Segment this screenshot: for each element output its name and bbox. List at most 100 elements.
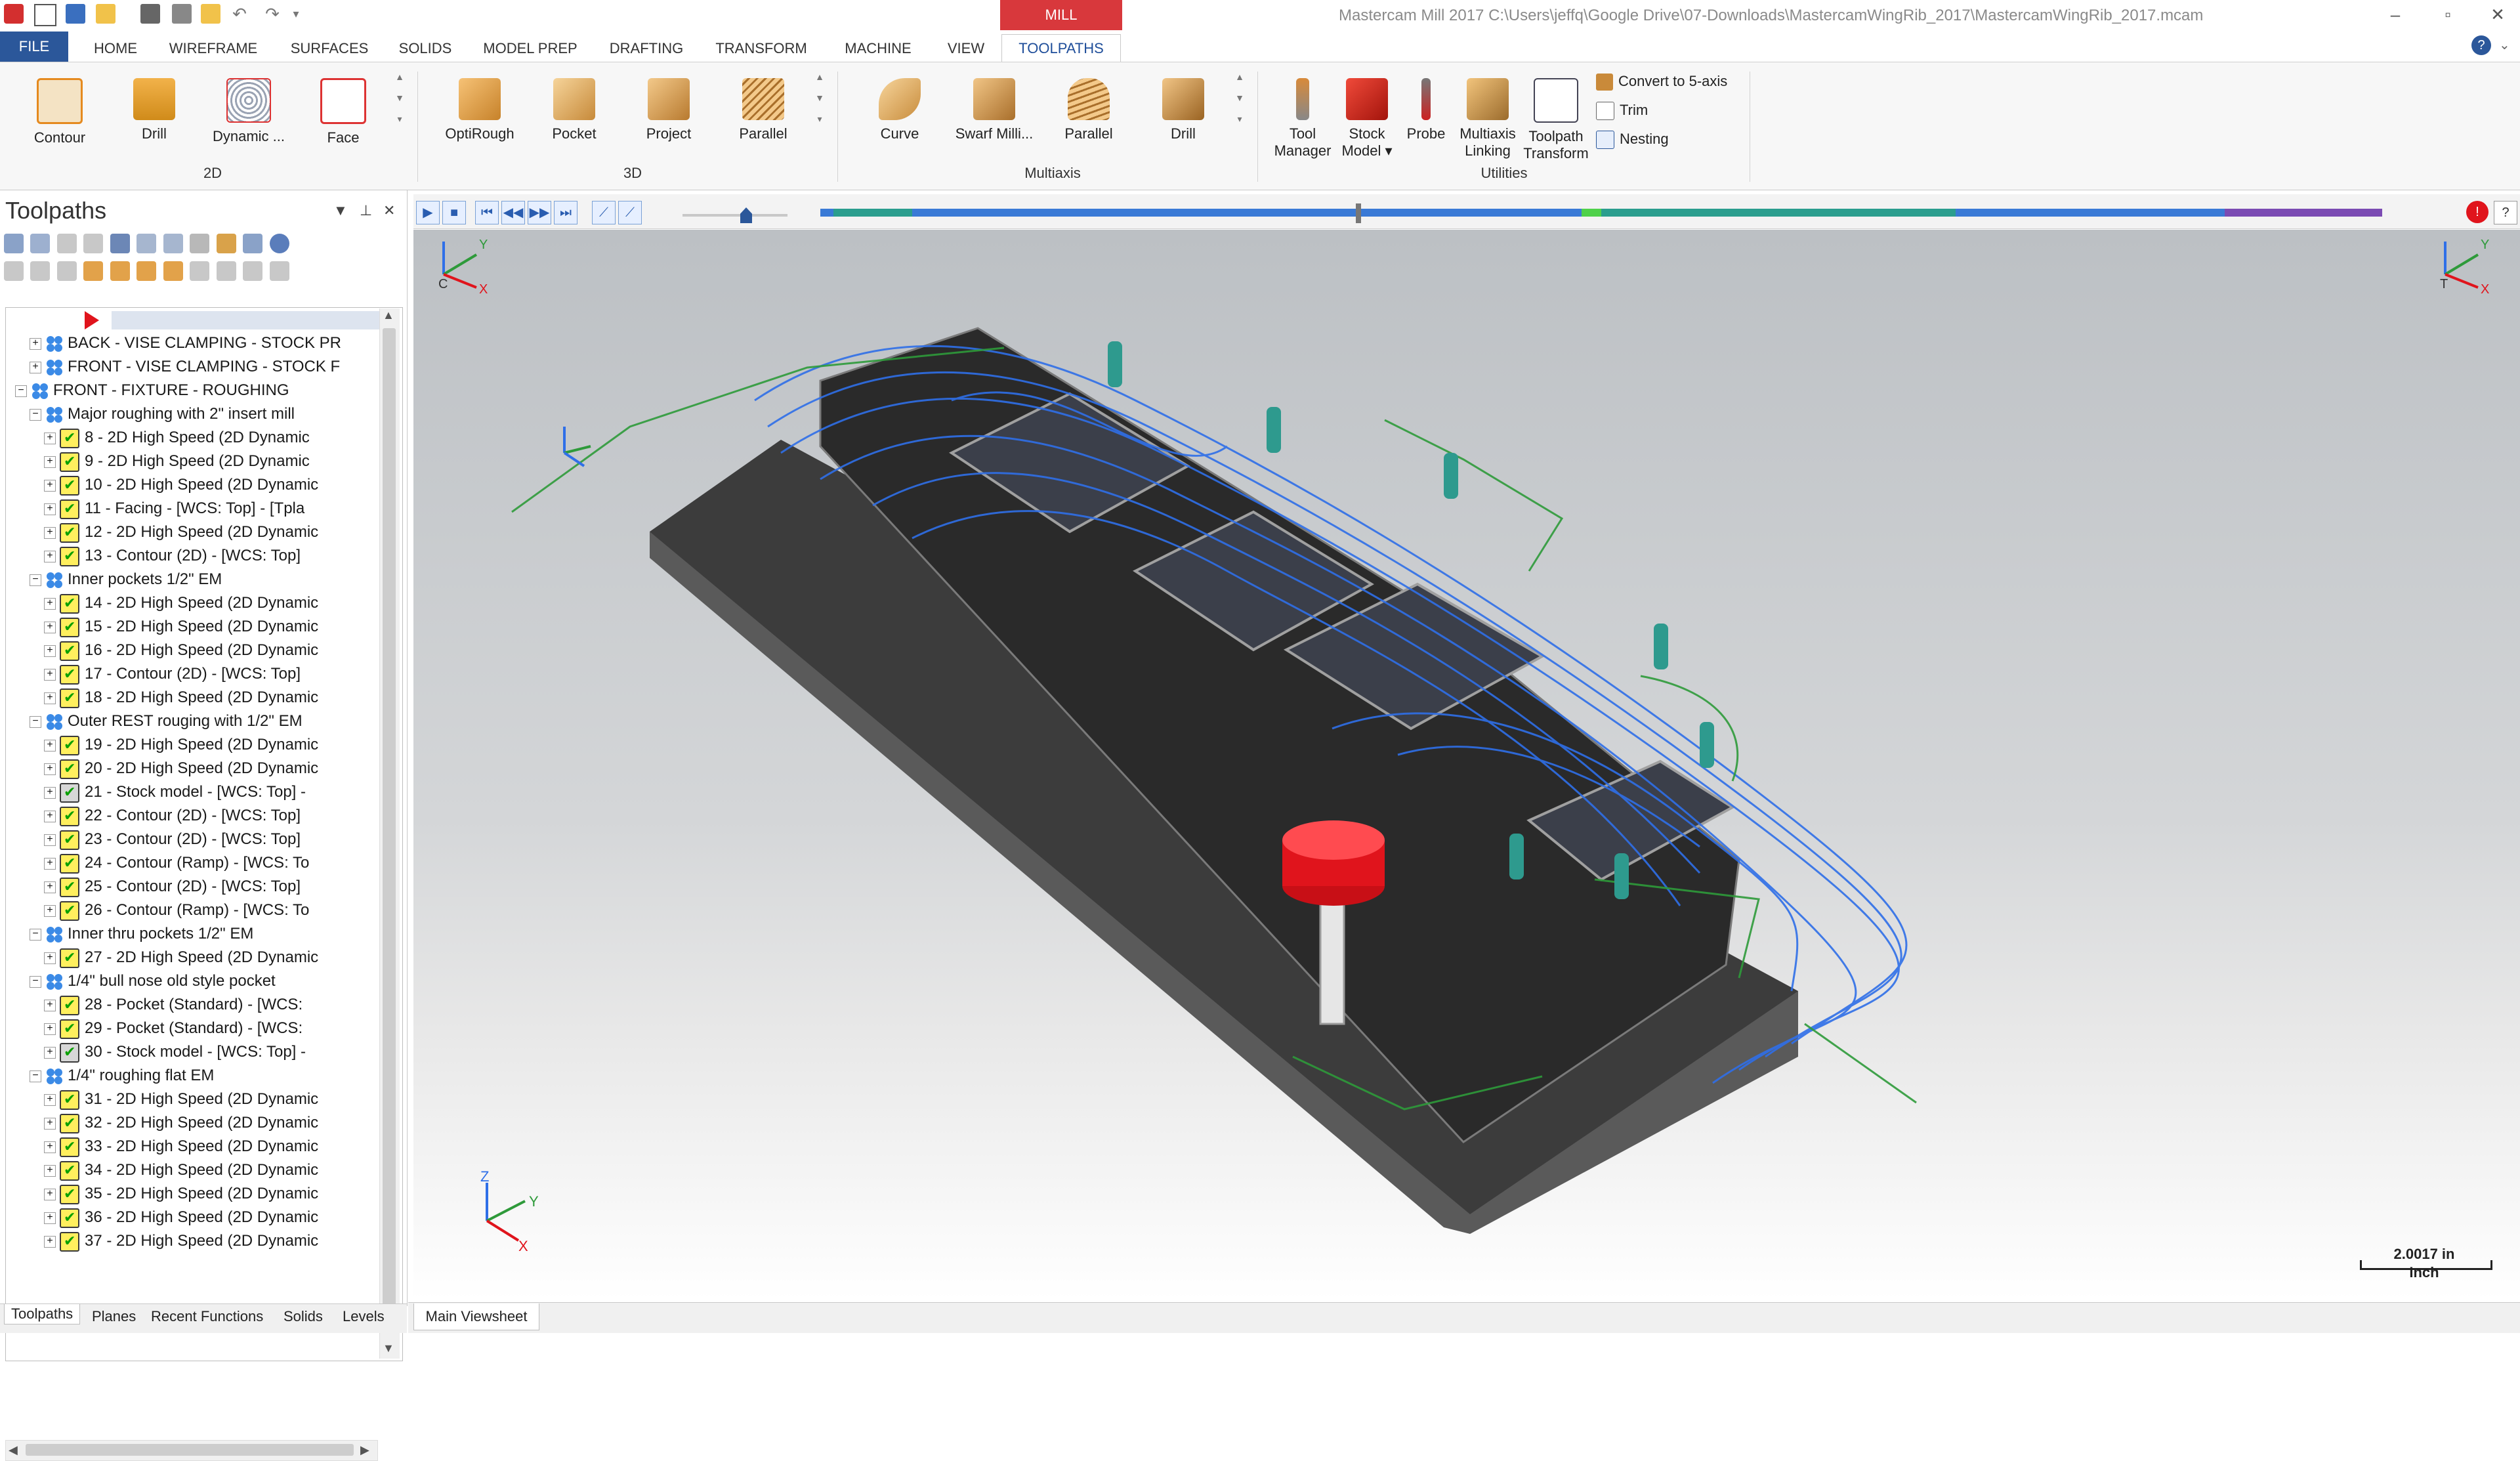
expand-toggle-icon[interactable]: + <box>44 503 56 515</box>
panel-close-icon[interactable]: ✕ <box>383 202 395 219</box>
tree-group-row[interactable]: − Major roughing with 2" insert mill <box>30 402 295 426</box>
dynamic-button[interactable]: Dynamic ... <box>206 72 291 161</box>
undo-icon[interactable]: ↶ <box>230 4 249 24</box>
trace-icon[interactable]: ⟋ <box>618 201 642 224</box>
gallery-3d-scroll[interactable]: ▲ ▼ ▾ <box>812 72 827 157</box>
verify-icon[interactable] <box>136 234 157 253</box>
high-feed-icon[interactable] <box>216 234 236 253</box>
speed-slider-thumb[interactable] <box>740 207 752 223</box>
tree-group-row[interactable]: + FRONT - VISE CLAMPING - STOCK F <box>30 355 340 379</box>
tree-group-row[interactable]: − 1/4" bull nose old style pocket <box>30 969 276 993</box>
expand-toggle-icon[interactable]: − <box>30 1070 41 1082</box>
tree-operation-row[interactable]: +24 - Contour (Ramp) - [WCS: To <box>44 851 309 875</box>
tree-operation-row[interactable]: +16 - 2D High Speed (2D Dynamic <box>44 639 318 662</box>
nesting-button[interactable]: Nesting <box>1596 128 1669 150</box>
expand-toggle-icon[interactable]: + <box>44 597 56 610</box>
toggle-display-icon[interactable] <box>30 261 51 281</box>
tree-operation-row[interactable]: +19 - 2D High Speed (2D Dynamic <box>44 733 318 757</box>
expand-toggle-icon[interactable]: + <box>44 1164 56 1177</box>
toolpath-display-icon[interactable]: ⟋ <box>592 201 616 224</box>
expand-toggle-icon[interactable]: − <box>15 385 27 397</box>
select-all-icon[interactable] <box>4 234 24 253</box>
tree-operation-row[interactable]: +22 - Contour (2D) - [WCS: Top] <box>44 804 301 828</box>
collapse-ribbon-icon[interactable]: ⌄ <box>2499 37 2510 53</box>
gallery-multiaxis-scroll[interactable]: ▲ ▼ ▾ <box>1232 72 1247 157</box>
curve-button[interactable]: Curve <box>857 72 942 161</box>
scroll-right-icon[interactable]: ▶ <box>360 1443 369 1457</box>
play-icon[interactable]: ▶ <box>416 201 440 224</box>
tab-solids[interactable]: SOLIDS <box>394 37 457 60</box>
expand-toggle-icon[interactable]: + <box>44 526 56 539</box>
tree-operation-row[interactable]: +8 - 2D High Speed (2D Dynamic <box>44 426 310 450</box>
tree-group-row[interactable]: − FRONT - FIXTURE - ROUGHING <box>15 379 289 402</box>
step-back-icon[interactable]: ◀◀ <box>501 201 525 224</box>
bottom-tab-planes[interactable]: Planes <box>92 1308 136 1325</box>
speed-slider-track[interactable] <box>682 214 788 217</box>
redo-icon[interactable]: ↷ <box>262 4 282 24</box>
tree-group-row[interactable]: − Inner thru pockets 1/2" EM <box>30 922 253 946</box>
scroll-up-icon[interactable]: ▲ <box>383 308 394 322</box>
help-icon[interactable]: ? <box>2471 35 2491 55</box>
display-selected-icon[interactable] <box>190 261 210 281</box>
move-down-icon[interactable] <box>83 261 104 281</box>
single-expand-icon[interactable] <box>216 261 236 281</box>
tree-operation-row[interactable]: +12 - 2D High Speed (2D Dynamic <box>44 520 318 544</box>
pocket-3d-button[interactable]: Pocket <box>532 72 617 161</box>
expand-toggle-icon[interactable]: + <box>44 550 56 562</box>
alert-icon[interactable]: ! <box>2466 201 2488 223</box>
regenerate-dirty-icon[interactable] <box>83 234 104 253</box>
folder-icon[interactable] <box>201 4 220 24</box>
tool-manager-button[interactable]: Tool Manager <box>1268 72 1337 161</box>
parallel-3d-button[interactable]: Parallel <box>721 72 806 161</box>
expand-toggle-icon[interactable]: − <box>30 975 41 988</box>
tree-operation-row[interactable]: +18 - 2D High Speed (2D Dynamic <box>44 686 318 709</box>
tree-group-row[interactable]: − Inner pockets 1/2" EM <box>30 568 222 591</box>
expand-toggle-icon[interactable]: + <box>30 361 41 373</box>
playback-help-icon[interactable]: ? <box>2494 201 2517 224</box>
lock-icon[interactable] <box>4 261 24 281</box>
expand-toggle-icon[interactable]: + <box>44 810 56 822</box>
close-icon[interactable]: ✕ <box>2478 3 2517 26</box>
help-circle-icon[interactable] <box>269 234 289 253</box>
expand-toggle-icon[interactable]: + <box>44 479 56 492</box>
trim-button[interactable]: Trim <box>1596 99 1648 121</box>
select-invalid-icon[interactable] <box>30 234 51 253</box>
expand-toggle-icon[interactable]: + <box>44 432 56 444</box>
expand-toggle-icon[interactable]: + <box>44 455 56 468</box>
tree-operation-row[interactable]: +13 - Contour (2D) - [WCS: Top] <box>44 544 301 568</box>
g1-post-icon[interactable] <box>190 234 210 253</box>
timeline-cursor[interactable] <box>1356 203 1361 223</box>
tree-group-row[interactable]: + BACK - VISE CLAMPING - STOCK PR <box>30 331 341 355</box>
gallery-2d-scroll[interactable]: ▲ ▼ ▾ <box>392 72 407 157</box>
delete-operations-icon[interactable] <box>243 234 263 253</box>
insert-arrow[interactable] <box>85 308 387 331</box>
probe-button[interactable]: Probe <box>1391 72 1461 161</box>
graphics-viewport[interactable]: C Y X T Y X Z Y X <box>413 230 2520 1300</box>
tree-vertical-scrollbar[interactable]: ▲ ▼ <box>379 308 400 1359</box>
scroll-left-icon[interactable]: ◀ <box>9 1443 18 1457</box>
expand-toggle-icon[interactable]: + <box>44 1212 56 1224</box>
tab-file[interactable]: FILE <box>0 32 68 62</box>
timeline-track[interactable] <box>820 209 2382 217</box>
expand-toggle-icon[interactable]: + <box>44 834 56 846</box>
panel-dropdown-icon[interactable]: ▼ <box>333 202 348 219</box>
tree-operation-row[interactable]: +17 - Contour (2D) - [WCS: Top] <box>44 662 301 686</box>
tree-operation-row[interactable]: +10 - 2D High Speed (2D Dynamic <box>44 473 318 497</box>
tree-group-row[interactable]: − Outer REST rouging with 1/2" EM <box>30 709 303 733</box>
insert-arrow-icon[interactable] <box>136 261 157 281</box>
bottom-tab-recent-functions[interactable]: Recent Functions <box>151 1308 263 1325</box>
stop-icon[interactable]: ■ <box>442 201 466 224</box>
expand-toggle-icon[interactable]: − <box>30 574 41 586</box>
scroll-thumb[interactable] <box>383 328 396 1332</box>
tab-toolpaths[interactable]: TOOLPATHS <box>1001 34 1121 63</box>
tree-operation-row[interactable]: +20 - 2D High Speed (2D Dynamic <box>44 757 318 780</box>
toggle-posting-icon[interactable] <box>56 261 77 281</box>
multiaxis-linking-button[interactable]: Multiaxis Linking <box>1452 72 1524 161</box>
tree-operation-row[interactable]: +23 - Contour (2D) - [WCS: Top] <box>44 828 301 851</box>
tab-model-prep[interactable]: MODEL PREP <box>478 37 583 60</box>
tree-operation-row[interactable]: +27 - 2D High Speed (2D Dynamic <box>44 946 318 969</box>
project-button[interactable]: Project <box>626 72 711 161</box>
tree-operation-row[interactable]: +31 - 2D High Speed (2D Dynamic <box>44 1088 318 1111</box>
bottom-tab-solids[interactable]: Solids <box>284 1308 323 1325</box>
swarf-milling-button[interactable]: Swarf Milli... <box>952 72 1037 161</box>
